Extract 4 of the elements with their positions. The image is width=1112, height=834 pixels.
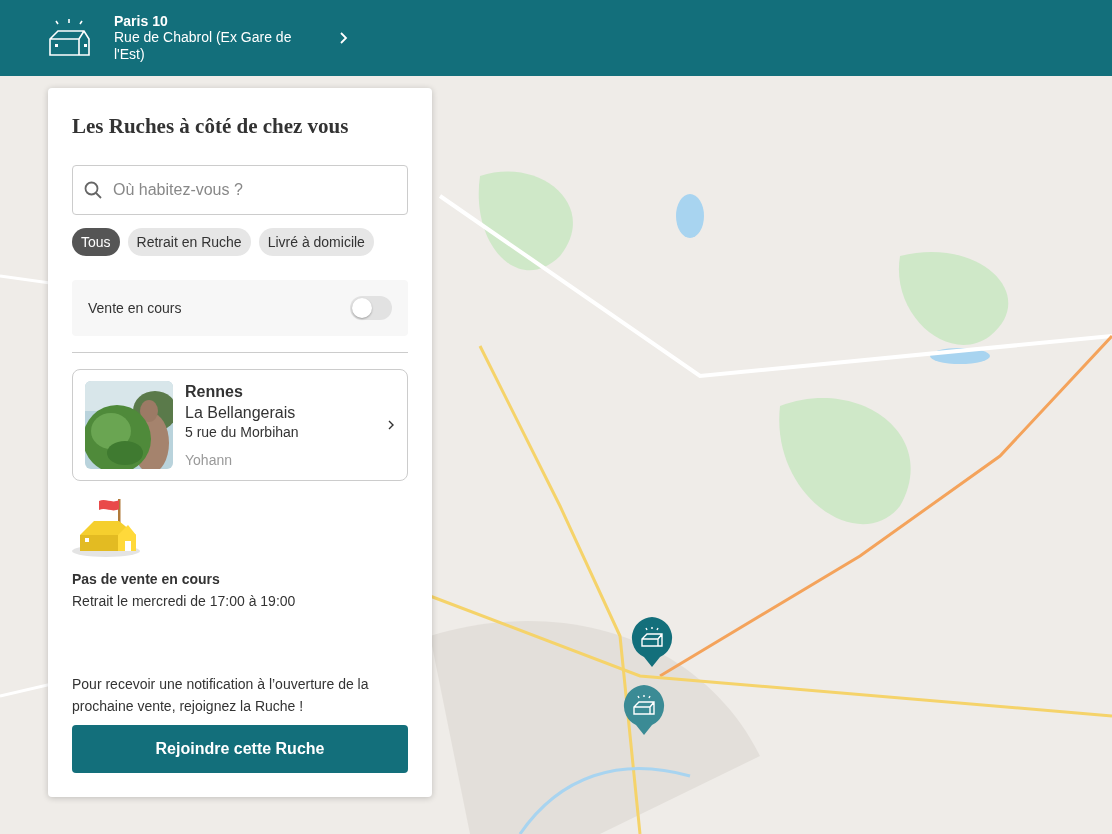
- house-icon: [48, 17, 90, 59]
- hive-title: Paris 10: [114, 13, 169, 29]
- chevron-right-icon[interactable]: [338, 31, 348, 45]
- hive-address: Rue de Chabrol (Ex Gare de l'Est): [114, 29, 293, 63]
